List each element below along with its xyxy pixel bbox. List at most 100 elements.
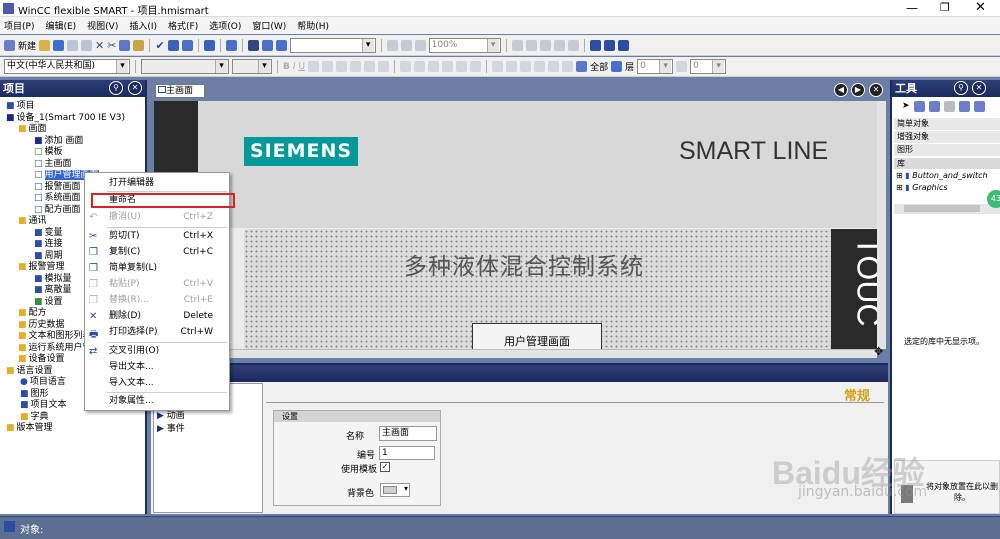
find-icon[interactable] — [247, 39, 259, 51]
library-item[interactable]: ⊞ ▮ Graphics — [896, 183, 948, 192]
context-menu-item[interactable]: 粘贴(P) Ctrl+V — [109, 278, 227, 291]
zoom-fit-icon[interactable] — [386, 39, 398, 51]
menu-format[interactable]: 格式(F) — [168, 19, 198, 32]
font-color-icon[interactable] — [539, 39, 551, 51]
front-icon[interactable] — [492, 61, 504, 72]
expand-icon[interactable]: ⊞ — [896, 183, 903, 192]
tab-right-icon[interactable]: ▶ — [851, 83, 865, 97]
context-menu-item[interactable]: 打开编辑器 — [109, 177, 227, 190]
tree-folder-communication[interactable]: ■ 通讯 — [18, 215, 47, 227]
search-combo[interactable] — [289, 37, 376, 53]
library-item[interactable]: ⊞ ▮ Button_and_switch — [896, 171, 988, 180]
tree-folder-screens[interactable]: ■ 画面 — [18, 123, 47, 135]
layer-props-icon[interactable] — [676, 61, 688, 72]
menu-help[interactable]: 帮助(H) — [297, 19, 329, 32]
same-width-icon[interactable] — [428, 61, 440, 72]
vertical-scrollbar[interactable] — [877, 101, 886, 349]
undo-icon[interactable] — [67, 39, 79, 51]
tools-pin-icon[interactable]: ⚲ — [954, 81, 968, 95]
section-enhanced-objects[interactable]: 增强对象 — [894, 131, 1000, 143]
menu-window[interactable]: 窗口(W) — [252, 19, 286, 32]
zoom-out-icon[interactable] — [414, 39, 426, 51]
transfer-icon[interactable] — [181, 39, 193, 51]
ungroup-icon[interactable] — [470, 61, 482, 72]
context-menu-item[interactable]: 交叉引用(O) — [109, 345, 227, 358]
menu-project[interactable]: 项目(P) — [4, 19, 34, 32]
tree-connections[interactable]: ■ 连接 — [34, 238, 63, 250]
snap-icon[interactable] — [562, 61, 574, 72]
layer-icon[interactable] — [611, 61, 623, 72]
tool-icon[interactable] — [943, 101, 955, 112]
replace-icon[interactable] — [261, 39, 273, 51]
cross-ref-icon[interactable] — [225, 39, 237, 51]
tool-icon[interactable] — [928, 101, 940, 112]
move-icon[interactable]: ✥ — [874, 345, 883, 358]
open-icon[interactable] — [39, 39, 51, 51]
menu-insert[interactable]: 插入(I) — [129, 19, 157, 32]
underline-icon[interactable]: U — [299, 62, 306, 72]
tree-folder-historical-data[interactable]: ■ 历史数据 — [18, 319, 65, 331]
tool-icon[interactable] — [913, 101, 925, 112]
layer-number-combo[interactable]: 0 — [690, 59, 727, 74]
line-color-icon[interactable] — [525, 39, 537, 51]
context-menu-item[interactable]: 导出文本... — [109, 361, 227, 374]
fill-color-icon[interactable] — [511, 39, 523, 51]
menu-edit[interactable]: 编辑(E) — [45, 19, 76, 32]
editor-tab[interactable]: 主画面 — [155, 84, 205, 98]
maximize-icon[interactable]: ❐ — [940, 1, 950, 14]
context-menu-item[interactable]: 删除(D) Delete — [109, 310, 227, 323]
delete-icon[interactable]: ✕ — [95, 39, 104, 52]
close-icon[interactable]: ✕ — [975, 0, 986, 15]
download-icon[interactable] — [203, 39, 215, 51]
tree-system-screen[interactable]: □ 系统画面 — [34, 192, 81, 204]
tree-folder-text-graphic-lists[interactable]: ■ 文本和图形列表 — [18, 330, 92, 342]
tree-project-languages[interactable]: ● 项目语言 — [20, 376, 66, 388]
tree-analog-alarms[interactable]: ■ 模拟量 — [34, 273, 72, 285]
align-middle-icon[interactable] — [364, 61, 376, 72]
font-size-combo[interactable] — [232, 59, 272, 74]
tree-version-management[interactable]: ■ 版本管理 — [6, 422, 53, 434]
align-right-icon[interactable] — [336, 61, 348, 72]
tree-folder-alarms[interactable]: ■ 报警管理 — [18, 261, 65, 273]
cut-icon[interactable]: ✂ — [107, 39, 116, 52]
property-item-events[interactable]: ▶ 事件 — [157, 421, 185, 434]
tree-graphics[interactable]: ■ 图形 — [20, 388, 49, 400]
menu-options[interactable]: 选项(O) — [209, 19, 241, 32]
compile-icon[interactable] — [167, 39, 179, 51]
copy-icon[interactable] — [119, 39, 131, 51]
section-graphics[interactable]: 图形 — [894, 144, 1000, 156]
layer-combo[interactable]: 0 — [637, 59, 674, 74]
tree-device[interactable]: ■ 设备_1(Smart 700 IE V3) — [6, 112, 125, 124]
zoom-in-icon[interactable] — [400, 39, 412, 51]
tree-recipe-screen[interactable]: □ 配方画面 — [34, 204, 81, 216]
expand-icon[interactable]: ⊞ — [896, 171, 903, 180]
align-center-icon[interactable] — [322, 61, 334, 72]
distribute-icon[interactable] — [414, 61, 426, 72]
tree-folder-recipes[interactable]: ■ 配方 — [18, 307, 47, 319]
new-button[interactable]: 新建 — [18, 39, 36, 52]
italic-icon[interactable]: I — [293, 62, 296, 72]
group-icon[interactable] — [456, 61, 468, 72]
context-menu-item[interactable]: 撤消(U) Ctrl+Z — [109, 211, 227, 224]
bold-icon[interactable]: B — [283, 62, 290, 72]
context-menu-item[interactable]: 替换(R)... Ctrl+E — [109, 294, 227, 307]
context-menu-item[interactable]: 对象属性... — [109, 395, 227, 408]
library-icon[interactable] — [589, 39, 601, 51]
pointer-icon[interactable]: ➤ — [902, 101, 910, 115]
language-combo[interactable]: 中文(中华人民共和国) — [4, 59, 130, 74]
paste-icon[interactable] — [133, 39, 145, 51]
pin-icon[interactable]: ⚲ — [109, 81, 123, 95]
check-icon[interactable]: ✔ — [155, 39, 164, 52]
align-top-icon[interactable] — [350, 61, 362, 72]
back-icon[interactable] — [506, 61, 518, 72]
tree-template[interactable]: □ 模板 — [34, 146, 63, 158]
tree-alarm-settings[interactable]: ■ 设置 — [34, 296, 63, 308]
flip-icon[interactable] — [534, 61, 546, 72]
tree-alarm-screen[interactable]: □ 报警画面 — [34, 181, 81, 193]
zoom-combo[interactable]: 100% — [428, 37, 501, 53]
tree-dictionaries[interactable]: ■ 字典 — [20, 411, 49, 423]
find-next-icon[interactable] — [275, 39, 287, 51]
section-library[interactable]: 库 — [894, 158, 1000, 169]
line-style-icon[interactable] — [553, 39, 565, 51]
background-color-picker[interactable]: ▾ — [380, 483, 410, 497]
